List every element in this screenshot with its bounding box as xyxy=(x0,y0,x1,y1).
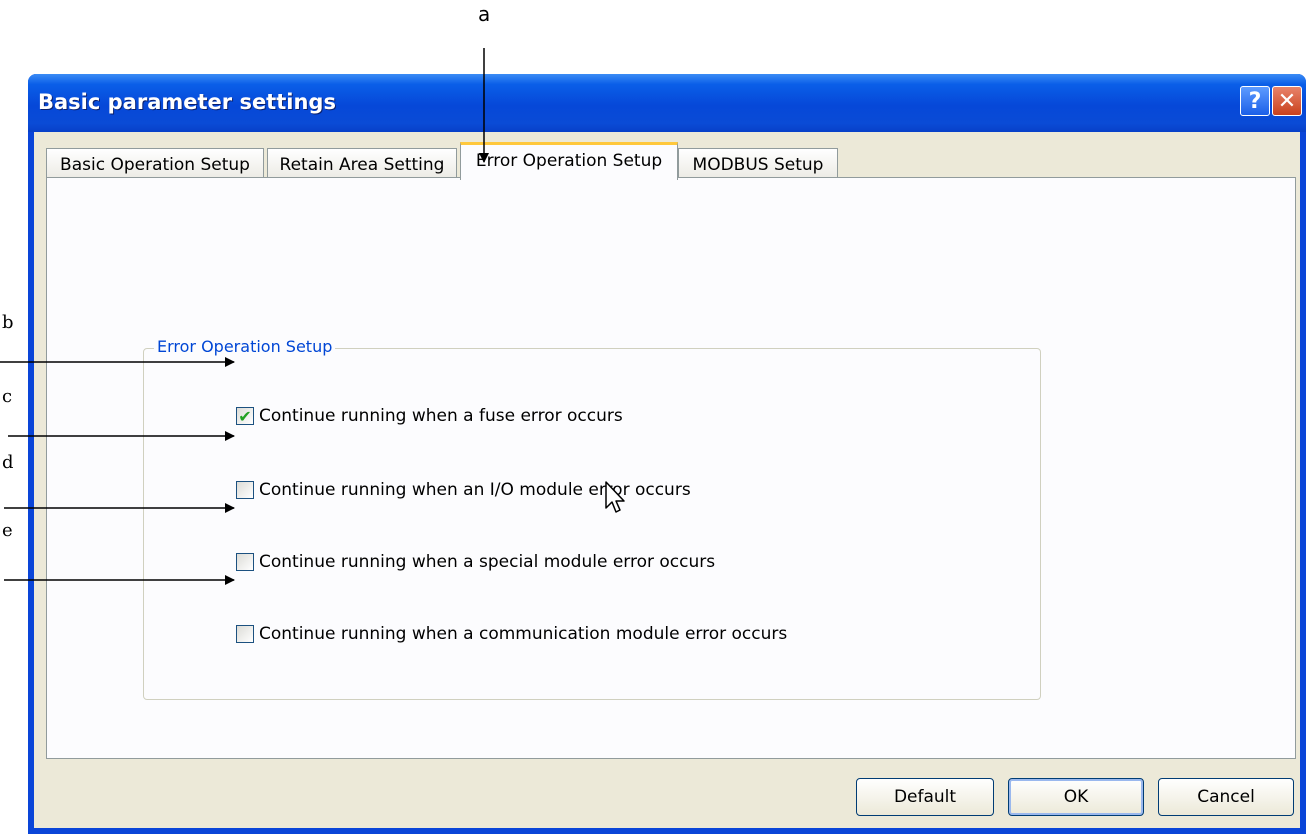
help-button[interactable]: ? xyxy=(1240,86,1270,116)
checkbox-fuse-error[interactable]: ✔ xyxy=(236,406,254,426)
callout-label-c: c xyxy=(2,386,13,407)
option-fuse-error[interactable]: ✔ Continue running when a fuse error occ… xyxy=(236,406,623,426)
mouse-cursor-icon xyxy=(605,481,625,513)
title-bar[interactable]: Basic parameter settings ? ✕ xyxy=(28,74,1306,132)
option-label: Continue running when a communication mo… xyxy=(259,624,788,644)
close-icon: ✕ xyxy=(1277,88,1297,114)
checkbox-communication-module-error[interactable] xyxy=(236,625,254,643)
option-label: Continue running when a special module e… xyxy=(259,552,716,572)
help-icon: ? xyxy=(1248,88,1262,114)
dialog-window: Basic parameter settings ? ✕ Basic Opera… xyxy=(28,74,1306,834)
checkmark-icon: ✔ xyxy=(238,406,252,426)
group-title: Error Operation Setup xyxy=(154,337,336,356)
ok-button[interactable]: OK xyxy=(1008,778,1144,816)
close-button[interactable]: ✕ xyxy=(1272,86,1302,116)
tab-basic-operation-setup[interactable]: Basic Operation Setup xyxy=(46,148,264,178)
tab-error-operation-setup[interactable]: Error Operation Setup xyxy=(460,142,678,180)
dialog-client-area: Basic Operation Setup Retain Area Settin… xyxy=(34,132,1300,828)
callout-label-d: d xyxy=(2,452,14,473)
callout-label-a: a xyxy=(478,2,491,26)
option-communication-module-error[interactable]: Continue running when a communication mo… xyxy=(236,624,787,644)
callout-label-e: e xyxy=(2,520,13,541)
option-special-module-error[interactable]: Continue running when a special module e… xyxy=(236,552,715,572)
callout-label-b: b xyxy=(2,312,14,333)
tab-modbus-setup[interactable]: MODBUS Setup xyxy=(678,148,838,178)
error-operation-group: Error Operation Setup ✔ Continue running… xyxy=(143,337,1041,700)
default-button[interactable]: Default xyxy=(856,778,994,816)
tab-panel: Error Operation Setup ✔ Continue running… xyxy=(46,177,1296,759)
cancel-button[interactable]: Cancel xyxy=(1158,778,1294,816)
checkbox-special-module-error[interactable] xyxy=(236,553,254,571)
option-label: Continue running when a fuse error occur… xyxy=(259,406,623,426)
checkbox-io-module-error[interactable] xyxy=(236,481,254,499)
window-title: Basic parameter settings xyxy=(38,90,336,114)
tab-retain-area-setting[interactable]: Retain Area Setting xyxy=(267,148,457,178)
